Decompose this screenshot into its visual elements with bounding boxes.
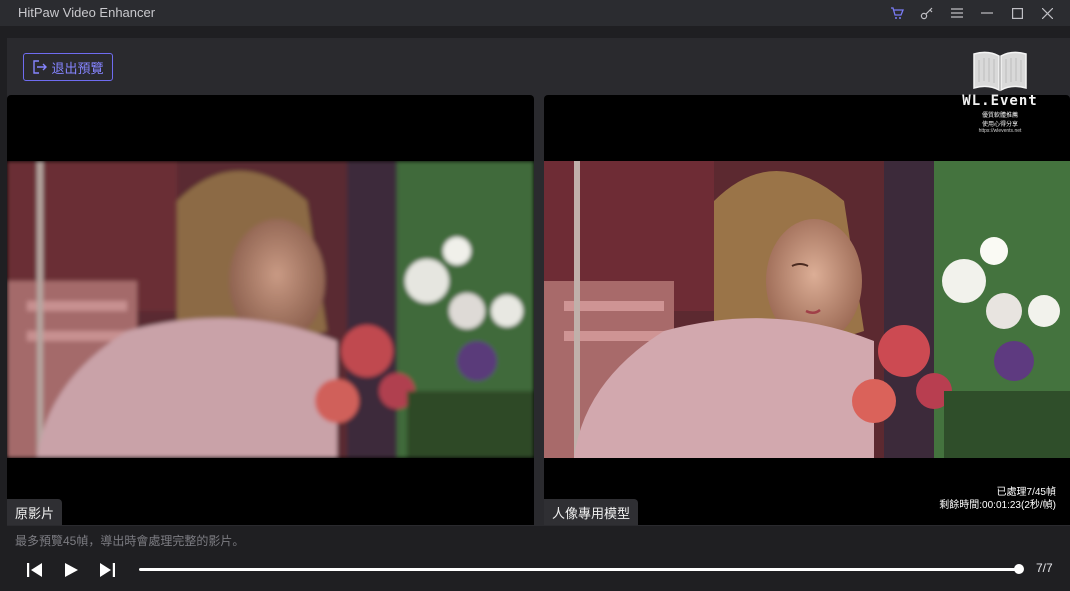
preview-panel: 退出預覽 原影片 人像專用模型 已處理7/45幀 剩餘時間:00:01:23(2… xyxy=(7,38,1070,526)
processed-frames-text: 已處理7/45幀 xyxy=(996,487,1056,498)
exit-preview-button[interactable]: 退出預覽 xyxy=(23,53,113,81)
watermark-title: WL.Event xyxy=(962,93,1038,109)
enhanced-video-pane: 人像專用模型 已處理7/45幀 剩餘時間:00:01:23(2秒/幀) xyxy=(544,95,1070,525)
original-video-pane: 原影片 xyxy=(7,95,534,525)
book-icon xyxy=(945,48,1055,92)
exit-preview-label: 退出預覽 xyxy=(51,60,104,76)
watermark-logo: WL.Event 優質軟體推薦 使用心得分享 https://wlevents.… xyxy=(945,48,1055,143)
close-icon[interactable] xyxy=(1032,0,1062,26)
watermark-tagline-2: 使用心得分享 xyxy=(981,122,1018,128)
preview-hint: 最多預覽45幀，導出時會處理完整的影片。 xyxy=(15,534,245,548)
original-video-frame xyxy=(7,161,534,458)
original-label: 原影片 xyxy=(7,499,63,525)
remaining-time-text: 剩餘時間:00:01:23(2秒/幀) xyxy=(939,500,1056,511)
minimize-icon[interactable] xyxy=(972,0,1002,26)
app-title: HitPaw Video Enhancer xyxy=(18,5,156,20)
model-label: 人像專用模型 xyxy=(544,499,639,525)
maximize-icon[interactable] xyxy=(1002,0,1032,26)
window-controls xyxy=(882,0,1062,26)
processing-status: 已處理7/45幀 剩餘時間:00:01:23(2秒/幀) xyxy=(939,486,1056,512)
progress-track[interactable] xyxy=(139,568,1019,571)
next-frame-button[interactable] xyxy=(96,559,118,581)
enhanced-video-frame xyxy=(544,161,1070,458)
exit-icon xyxy=(32,60,48,74)
menu-icon[interactable] xyxy=(942,0,972,26)
title-bar: HitPaw Video Enhancer xyxy=(0,0,1070,26)
progress-thumb[interactable] xyxy=(1014,564,1024,574)
frame-counter: 7/7 xyxy=(1036,561,1053,575)
watermark-url: https://wlevents.net xyxy=(978,128,1022,134)
watermark-tagline-1: 優質軟體推薦 xyxy=(981,113,1018,119)
cart-icon[interactable] xyxy=(882,0,912,26)
key-icon[interactable] xyxy=(912,0,942,26)
playback-controls: 7/7 xyxy=(0,556,1070,584)
previous-frame-button[interactable] xyxy=(24,559,46,581)
play-button[interactable] xyxy=(60,559,82,581)
